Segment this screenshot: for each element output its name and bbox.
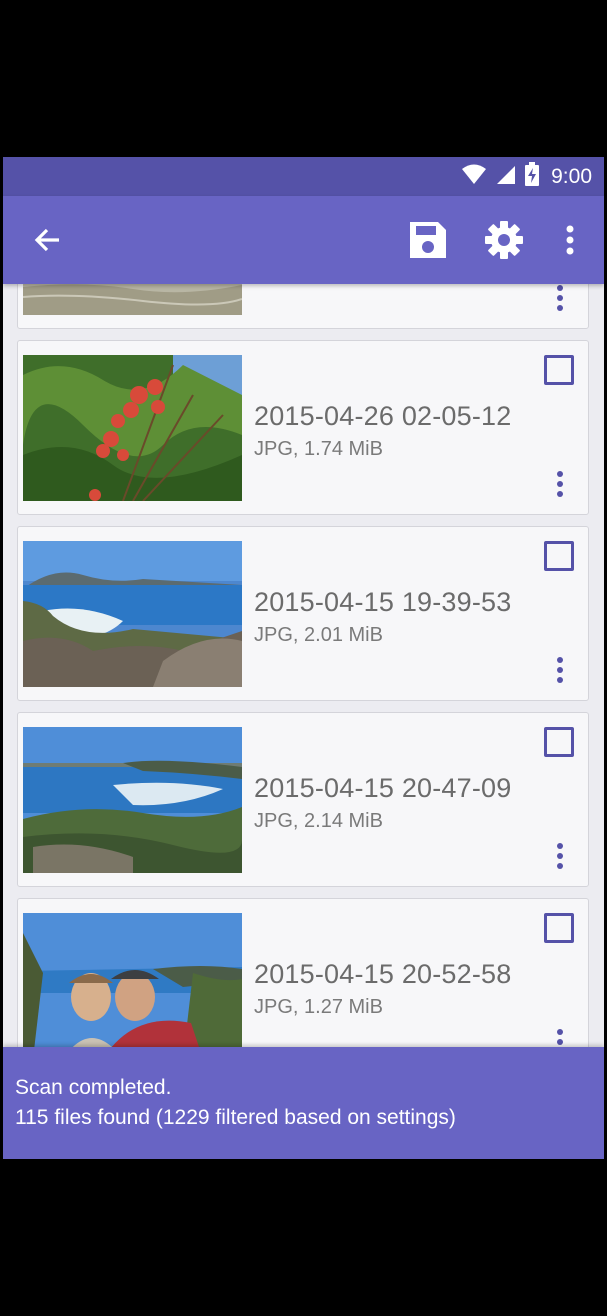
scan-count-text: 115 files found (1229 filtered based on … — [15, 1106, 456, 1129]
arrow-back-icon — [34, 228, 59, 252]
file-info: JPG, 1.27 MiB — [254, 996, 383, 1018]
file-date: 2015-04-26 02-05-12 — [254, 401, 512, 431]
item-more-button[interactable] — [547, 469, 573, 499]
file-date: 2015-04-15 20-52-58 — [254, 959, 512, 989]
select-checkbox[interactable] — [544, 541, 574, 571]
list-item[interactable]: 2015-04-15 19-39-53 JPG, 2.01 MiB — [17, 526, 589, 701]
clock-time: 9:00 — [551, 164, 592, 188]
item-more-button[interactable] — [547, 655, 573, 685]
thumbnail-image — [23, 541, 242, 687]
file-date: 2015-04-15 20-47-09 — [254, 773, 512, 803]
settings-gear-icon — [485, 221, 523, 259]
app-toolbar — [3, 196, 604, 284]
save-button[interactable] — [406, 196, 450, 284]
thumbnail-image — [23, 355, 242, 501]
item-more-button[interactable] — [547, 284, 573, 313]
wifi-icon — [461, 163, 487, 190]
thumbnail-image — [23, 913, 242, 1047]
list-item[interactable]: 2015-04-26 02-05-12 JPG, 1.74 MiB — [17, 340, 589, 515]
cell-signal-icon — [495, 163, 517, 190]
overflow-menu-icon — [566, 225, 574, 255]
list-item[interactable]: 2015-04-15 20-47-09 JPG, 2.14 MiB — [17, 712, 589, 887]
save-icon — [410, 222, 446, 258]
select-checkbox[interactable] — [544, 727, 574, 757]
file-list[interactable]: 2015-04-26 02-05-12 JPG, 1.74 MiB 2015-0… — [3, 284, 604, 1047]
list-item[interactable]: 2015-04-15 20-52-58 JPG, 1.27 MiB — [17, 898, 589, 1047]
list-item-partial[interactable] — [17, 284, 589, 329]
thumbnail-image — [23, 727, 242, 873]
select-checkbox[interactable] — [544, 355, 574, 385]
select-checkbox[interactable] — [544, 913, 574, 943]
settings-button[interactable] — [481, 196, 527, 284]
file-info: JPG, 1.74 MiB — [254, 438, 383, 460]
item-more-button[interactable] — [547, 1027, 573, 1047]
file-info: JPG, 2.01 MiB — [254, 624, 383, 646]
file-info: JPG, 2.14 MiB — [254, 810, 383, 832]
back-button[interactable] — [25, 196, 69, 284]
file-date: 2015-04-15 19-39-53 — [254, 587, 512, 617]
scan-result-snackbar: Scan completed. 115 files found (1229 fi… — [3, 1047, 604, 1159]
scan-status-text: Scan completed. — [15, 1076, 172, 1099]
item-more-button[interactable] — [547, 841, 573, 871]
battery-charging-icon — [525, 162, 540, 191]
app-screen: 9:00 2015-04-26 02-05-12 JPG, 1.74 MiB 2… — [3, 157, 604, 1159]
status-bar: 9:00 — [3, 157, 604, 196]
overflow-menu-button[interactable] — [556, 196, 584, 284]
thumbnail-image — [23, 284, 242, 315]
